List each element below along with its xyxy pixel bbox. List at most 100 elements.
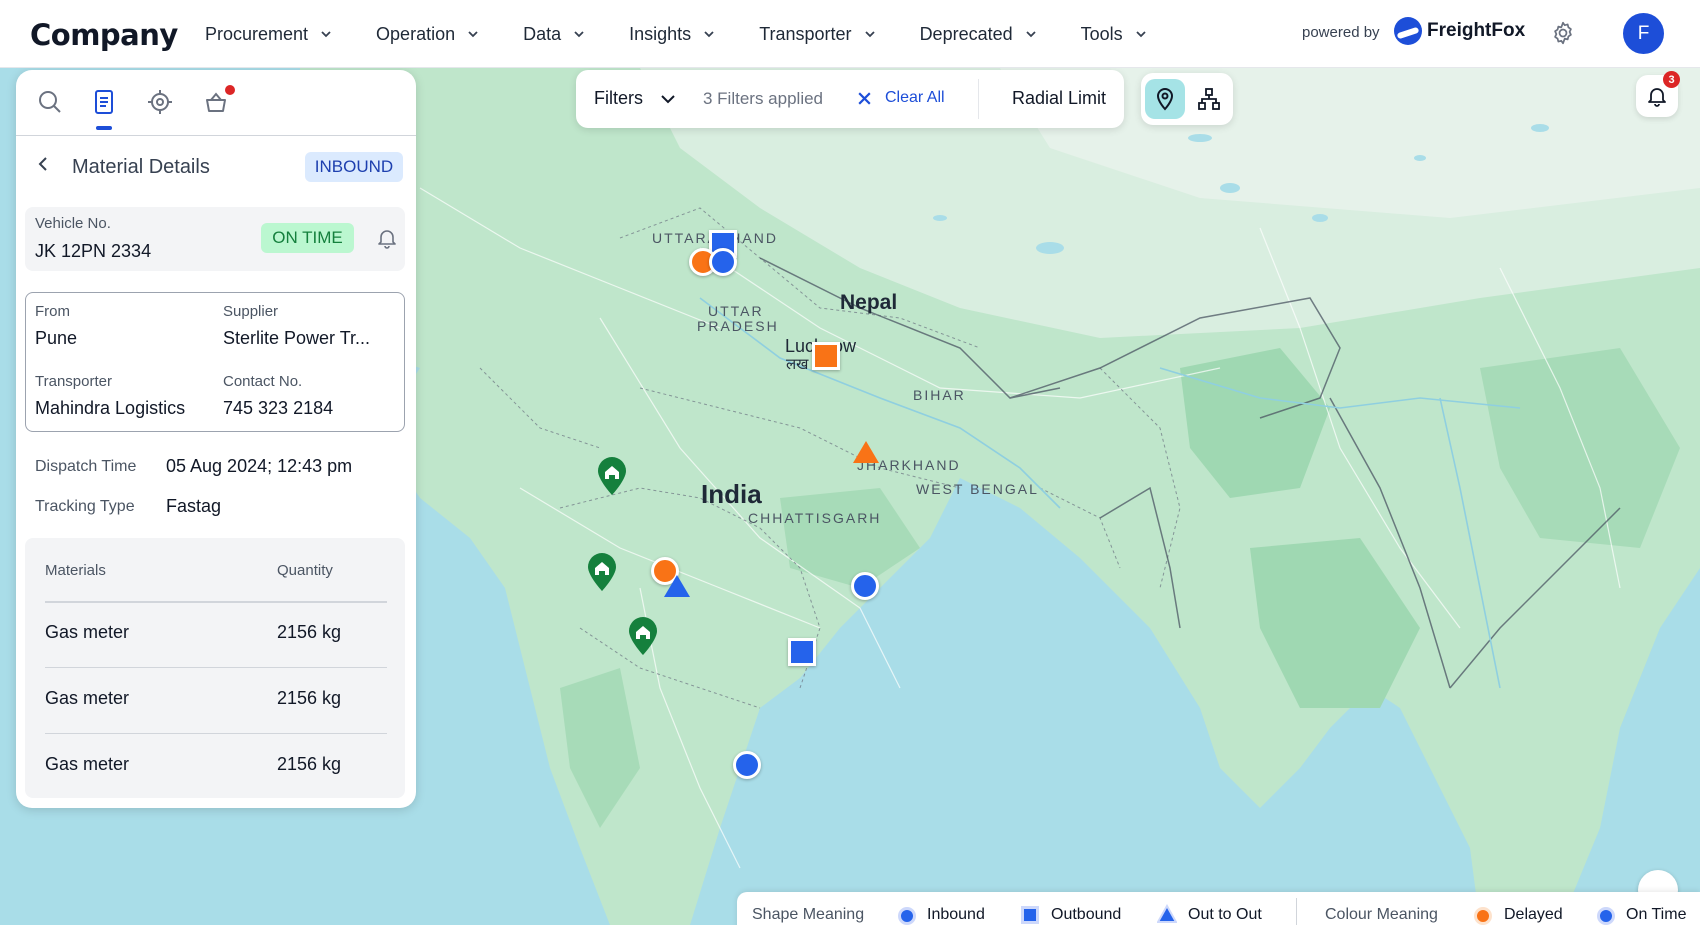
map-legend: Shape Meaning Inbound Outbound Out to Ou… (737, 892, 1700, 925)
close-icon[interactable] (856, 90, 873, 107)
panel-title: Material Details (72, 156, 210, 178)
company-logo[interactable]: Company (30, 18, 178, 52)
chevron-down-icon (468, 31, 478, 38)
dispatch-time-value: 05 Aug 2024; 12:43 pm (166, 456, 353, 476)
inbound-legend-icon (898, 907, 916, 925)
chevron-down-icon (704, 31, 714, 38)
material-name: Gas meter (45, 688, 130, 708)
search-icon[interactable] (36, 88, 64, 116)
nav-data[interactable]: Data (523, 24, 585, 45)
chevron-down-icon (864, 31, 875, 38)
out-to-out-delayed-marker[interactable] (853, 441, 879, 463)
inbound-ontime-marker[interactable] (851, 572, 879, 600)
map-label-uttar-pradesh-line2: PRADESH (697, 318, 779, 334)
transporter-label: Transporter (35, 373, 112, 390)
filter-bar: Filters 3 Filters applied Clear All Radi… (576, 70, 1124, 128)
transporter-value: Mahindra Logistics (35, 398, 186, 418)
material-quantity: 2156 kg (277, 754, 342, 774)
direction-badge: INBOUND (305, 152, 403, 182)
inbound-ontime-marker[interactable] (733, 751, 761, 779)
location-pin-icon (1156, 88, 1174, 111)
material-name: Gas meter (45, 754, 130, 774)
nav-label: Deprecated (919, 23, 1013, 44)
nav-deprecated[interactable]: Deprecated (920, 24, 1037, 45)
nav-label: Tools (1080, 23, 1123, 44)
inbound-legend-label: Inbound (927, 906, 985, 923)
out-to-out-legend-icon (1157, 904, 1177, 923)
nav-label: Transporter (759, 23, 852, 44)
document-icon[interactable] (90, 88, 118, 116)
network-hierarchy-icon (1198, 88, 1220, 110)
inbound-ontime-marker[interactable] (709, 248, 737, 276)
user-avatar[interactable]: F (1623, 13, 1664, 54)
top-navigation-bar: Company Procurement Operation Data Insig… (0, 0, 1700, 68)
target-icon[interactable] (146, 88, 174, 116)
bell-icon[interactable] (377, 227, 397, 249)
divider (978, 79, 979, 119)
radial-limit-button[interactable]: Radial Limit (1012, 88, 1106, 109)
out-to-out-ontime-marker[interactable] (664, 575, 690, 597)
chevron-down-icon (321, 31, 331, 38)
notification-count-badge: 3 (1663, 71, 1680, 88)
main-nav: Procurement Operation Data Insights Tran… (205, 0, 1191, 68)
nav-insights[interactable]: Insights (629, 24, 715, 45)
tracking-type-value: Fastag (166, 496, 222, 516)
map-label-bihar: BIHAR (913, 387, 966, 403)
delayed-legend-icon (1474, 907, 1492, 925)
colour-meaning-title: Colour Meaning (1325, 906, 1438, 923)
notifications-button[interactable]: 3 (1636, 71, 1680, 117)
outbound-legend-label: Outbound (1051, 906, 1122, 923)
supplier-label: Supplier (223, 303, 279, 320)
outbound-legend-icon (1021, 906, 1039, 924)
map-label-chhattisgarh: CHHATTISGARH (748, 510, 882, 526)
map-label-nepal: Nepal (840, 291, 898, 314)
powered-by-text: powered by (1302, 24, 1380, 41)
settings-gear-icon[interactable] (1550, 20, 1576, 46)
material-details-panel: Material Details INBOUND Vehicle No. JK … (16, 70, 416, 808)
on-time-legend-label: On Time (1626, 906, 1687, 923)
quantity-column-header: Quantity (277, 562, 333, 579)
materials-table: Materials Quantity Gas meter 2156 kg Gas… (25, 538, 405, 798)
from-value: Pune (35, 328, 78, 348)
nav-procurement[interactable]: Procurement (205, 24, 332, 45)
divider (45, 601, 387, 603)
freightfox-logo-icon (1394, 17, 1422, 45)
nav-label: Insights (629, 23, 692, 44)
out-to-out-legend-label: Out to Out (1188, 906, 1262, 923)
chevron-down-icon[interactable] (660, 92, 676, 106)
home-location-pin-icon[interactable] (627, 616, 659, 656)
vehicle-label: Vehicle No. (35, 215, 111, 232)
map-label-west-bengal: WEST BENGAL (916, 481, 1039, 497)
nav-operation[interactable]: Operation (376, 24, 479, 45)
network-view-button[interactable] (1189, 79, 1229, 119)
home-location-pin-icon[interactable] (596, 456, 628, 496)
nav-tools[interactable]: Tools (1081, 24, 1147, 45)
map-label-lucknow-hindi: लख (786, 356, 809, 373)
vehicle-card: Vehicle No. JK 12PN 2334 ON TIME (25, 207, 405, 271)
divider (45, 667, 387, 668)
vehicle-number: JK 12PN 2334 (35, 241, 152, 261)
nav-label: Data (523, 23, 562, 44)
contact-value: 745 323 2184 (223, 398, 334, 418)
outbound-delayed-marker[interactable] (812, 342, 840, 370)
clear-all-button[interactable]: Clear All (885, 89, 945, 107)
chevron-left-icon[interactable] (36, 156, 52, 172)
divider (45, 733, 387, 734)
freightfox-logo: FreightFox (1394, 17, 1525, 45)
divider (1296, 898, 1297, 925)
home-location-pin-icon[interactable] (586, 552, 618, 592)
nav-transporter[interactable]: Transporter (759, 24, 875, 45)
nav-label: Operation (376, 23, 456, 44)
location-view-button[interactable] (1145, 79, 1185, 119)
on-time-legend-icon (1597, 907, 1615, 925)
bell-icon (1648, 88, 1666, 107)
filters-dropdown[interactable]: Filters (594, 88, 643, 109)
map-view-toggle (1141, 73, 1233, 125)
contact-label: Contact No. (223, 373, 303, 390)
shape-meaning-title: Shape Meaning (752, 906, 865, 923)
dispatch-time-label: Dispatch Time (35, 458, 137, 475)
unread-dot (225, 85, 235, 95)
outbound-ontime-marker[interactable] (788, 638, 816, 666)
status-badge: ON TIME (261, 223, 354, 253)
from-label: From (35, 303, 70, 320)
